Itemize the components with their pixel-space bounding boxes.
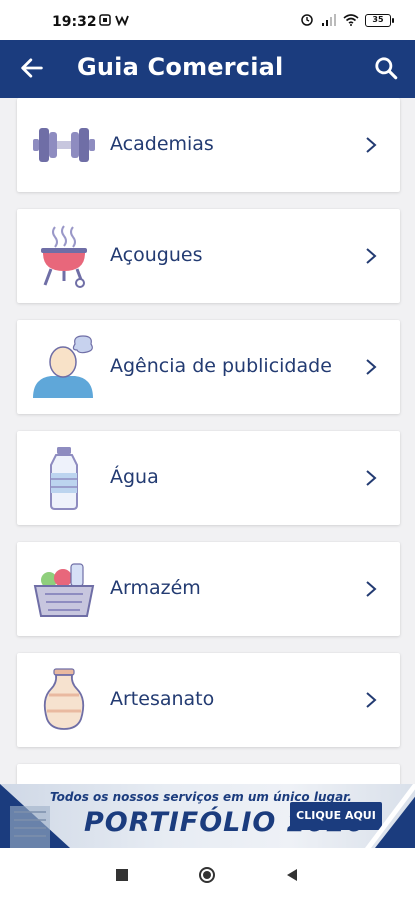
signal-icon [322,14,336,26]
dumbbell-icon [33,128,95,162]
back-icon[interactable] [283,866,301,884]
category-item-agua[interactable]: Água [17,431,400,525]
category-item-academias[interactable]: Academias [17,98,400,192]
app-bar: Guia Comercial [0,40,415,98]
water-bottle-icon [50,447,78,510]
notification-icon [99,14,111,26]
system-nav-bar [0,848,415,900]
category-item-artesanato[interactable]: Artesanato [17,653,400,747]
app-w-icon [115,15,129,26]
chevron-right-icon [366,692,377,708]
category-label: Artesanato [110,688,215,710]
category-item-acougues[interactable]: Açougues [17,209,400,303]
category-item-partial[interactable] [17,764,400,784]
chevron-right-icon [366,137,377,153]
chevron-right-icon [366,359,377,375]
category-label: Agência de publicidade [110,355,332,377]
banner-stripe-decoration [365,784,415,848]
chevron-right-icon [366,581,377,597]
category-label: Açougues [110,244,203,266]
category-item-agencia-de-publicidade[interactable]: Agência de publicidade [17,320,400,414]
page-title: Guia Comercial [77,53,284,81]
wifi-icon [343,14,359,26]
grocery-basket-icon [33,563,95,617]
home-icon[interactable] [198,866,216,884]
chevron-right-icon [366,248,377,264]
recents-icon[interactable] [113,866,131,884]
ad-banner[interactable]: Todos os nossos serviços em um único lug… [0,784,415,848]
category-item-armazem[interactable]: Armazém [17,542,400,636]
category-label: Academias [110,133,214,155]
arrow-left-icon[interactable] [18,54,46,82]
category-label: Água [110,466,159,488]
category-label: Armazém [110,577,201,599]
category-list: Academias Açougues Agência de publicidad… [0,98,415,784]
chevron-right-icon [366,470,377,486]
search-icon[interactable] [373,55,399,81]
status-time: 19:32 [52,14,97,30]
battery-icon: 35 [365,13,394,27]
vase-icon [43,668,85,730]
person-idea-icon [33,335,93,398]
status-bar: 19:32 35 [0,0,415,40]
grill-icon [41,225,87,288]
alarm-icon [301,14,313,26]
